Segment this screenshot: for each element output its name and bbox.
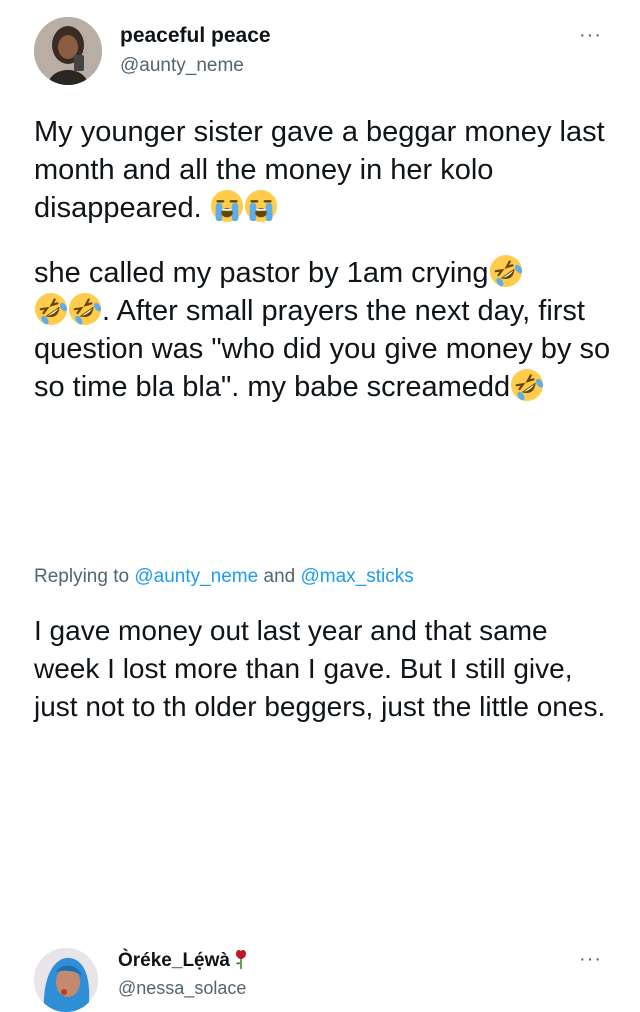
replying-joiner: and: [263, 566, 296, 587]
profile-photo-icon: [34, 948, 98, 1012]
author-display-name[interactable]: peaceful peace: [120, 24, 271, 48]
rolling-on-floor-laughing-icon: [34, 292, 68, 326]
tweet-text-paragraph: My younger sister gave a beggar money la…: [34, 113, 614, 227]
mention-link[interactable]: @aunty_neme: [134, 566, 258, 587]
tweet: peaceful peace @aunty_neme ··· My younge…: [0, 0, 640, 470]
reply-text: I gave money out last year and that same…: [34, 615, 606, 722]
reply-author-display-name[interactable]: Òréke_Lẹ́wà: [118, 949, 248, 972]
author-avatar[interactable]: [34, 17, 102, 85]
loudly-crying-face-icon: [210, 189, 244, 223]
reply-author-handle[interactable]: @nessa_solace: [118, 978, 246, 999]
more-options-icon[interactable]: ···: [579, 948, 602, 971]
rolling-on-floor-laughing-icon: [68, 292, 102, 326]
loudly-crying-face-icon: [244, 189, 278, 223]
reply-author-avatar[interactable]: [34, 948, 98, 1012]
tweet-text: she called my pastor by 1am crying: [34, 257, 489, 289]
rose-icon: [235, 950, 246, 969]
tweet-text-paragraph: she called my pastor by 1am crying . Aft…: [34, 254, 614, 406]
replying-to-line: Replying to @aunty_neme and @max_sticks: [34, 566, 414, 588]
rolling-on-floor-laughing-icon: [510, 368, 544, 402]
mention-link[interactable]: @max_sticks: [300, 566, 413, 587]
reply-author-name-text: Òréke_Lẹ́wà: [118, 950, 230, 971]
tweet-text: My younger sister gave a beggar money la…: [34, 116, 605, 224]
rolling-on-floor-laughing-icon: [489, 254, 523, 288]
replying-prefix: Replying to: [34, 566, 130, 587]
more-options-icon[interactable]: ···: [579, 24, 602, 47]
profile-photo-icon: [34, 17, 102, 85]
author-handle[interactable]: @aunty_neme: [120, 55, 244, 77]
